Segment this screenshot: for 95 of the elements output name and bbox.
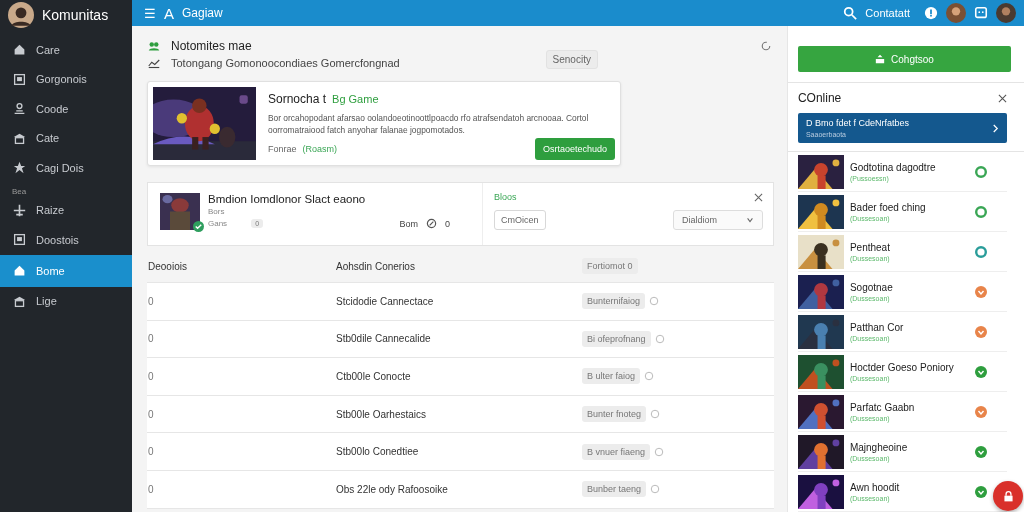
nav-item[interactable]: Bome bbox=[0, 254, 132, 287]
avatar[interactable] bbox=[946, 3, 966, 23]
home-icon bbox=[13, 264, 26, 277]
user-name: Komunitas bbox=[42, 7, 109, 23]
meta-label: Fonrae bbox=[268, 144, 297, 154]
info-icon[interactable] bbox=[650, 409, 661, 420]
top-letter: A bbox=[164, 4, 174, 22]
notification-icon[interactable] bbox=[924, 6, 938, 20]
dropdown[interactable]: Dialdiom bbox=[672, 210, 763, 230]
info-icon[interactable] bbox=[644, 371, 655, 382]
status-chip: B ulter faiog bbox=[582, 368, 641, 385]
table-cell-text: Stcidodie Cannectace bbox=[336, 295, 435, 307]
chevron-icon bbox=[992, 123, 999, 133]
nav-item[interactable]: Doostois bbox=[0, 225, 132, 255]
game-title: Godtotina dagodtre bbox=[849, 161, 937, 173]
table-cell-text: 0 bbox=[147, 483, 155, 495]
game-title: Parfatc Gaabn bbox=[849, 401, 916, 413]
plane-icon bbox=[13, 203, 26, 217]
avatar bbox=[8, 2, 34, 28]
game-title: Patthan Cor bbox=[849, 321, 905, 333]
table-cell-text: Stb00lo Conedtiee bbox=[336, 446, 420, 458]
table-cell-text: 0 bbox=[147, 333, 155, 345]
bank-icon bbox=[13, 294, 26, 308]
close-icon[interactable] bbox=[753, 192, 763, 202]
match-label: Bom bbox=[399, 218, 418, 229]
info-icon[interactable] bbox=[650, 484, 661, 495]
home-icon bbox=[13, 43, 26, 57]
search-icon[interactable] bbox=[843, 6, 858, 20]
section-label: Bea bbox=[11, 185, 28, 196]
status-chip: Bunber taeng bbox=[582, 481, 647, 498]
frame-icon bbox=[13, 233, 26, 247]
table-cell-text: 0 bbox=[147, 446, 155, 458]
nav-item[interactable]: Cagi Dois bbox=[0, 153, 132, 183]
match-title: Bmdion Iomdlonor Slact eaono bbox=[208, 193, 367, 205]
game-title: Awn hoodit bbox=[849, 481, 901, 493]
table-cell-text: Stb00le Oarhestaics bbox=[336, 408, 428, 420]
game-title: Bader foed ching bbox=[849, 201, 927, 213]
frame-icon bbox=[13, 72, 26, 86]
chat-icon[interactable] bbox=[974, 6, 988, 20]
section-title: Notomites mae bbox=[171, 38, 252, 53]
nav-item[interactable]: Care bbox=[0, 35, 132, 65]
people-icon bbox=[147, 39, 161, 52]
floating-action-button[interactable] bbox=[993, 481, 1023, 511]
page-title: Gagiaw bbox=[182, 6, 223, 20]
meta-tag: (Roasm) bbox=[302, 144, 338, 154]
status-chip: Bi ofeprofnang bbox=[582, 330, 651, 347]
table-cell-text: 0 bbox=[147, 371, 155, 382]
status-chip: Bunter fnoteg bbox=[582, 406, 647, 423]
card-title: COnline bbox=[797, 91, 842, 105]
nav-item[interactable]: Cate bbox=[0, 123, 132, 153]
outline-button[interactable]: CmOicen bbox=[494, 210, 546, 230]
game-title: Majngheoine bbox=[849, 441, 909, 453]
featured-description: Bor orcahopodant afarsao oolandoeotinoottlpoacdo rfo atrafsendatoh arcnooaa. Cortol oorromatraiood fatch anyohar falanae jogpomotados. bbox=[268, 112, 590, 136]
link-icon bbox=[426, 218, 437, 229]
security-button[interactable]: Senocity bbox=[545, 50, 598, 69]
lock-icon bbox=[1001, 489, 1015, 503]
star-icon bbox=[13, 161, 26, 175]
upload-icon bbox=[875, 54, 886, 64]
search-link[interactable]: Contatatt bbox=[865, 7, 910, 19]
game-title: Pentheat bbox=[849, 241, 891, 253]
nav-item[interactable]: Raize bbox=[0, 195, 132, 225]
column-header: Fortiomot 0 bbox=[582, 258, 638, 274]
caret-icon bbox=[745, 216, 754, 224]
game-title: Sogotnae bbox=[849, 281, 894, 293]
info-icon[interactable] bbox=[649, 296, 660, 307]
info-icon[interactable] bbox=[654, 333, 665, 344]
table-cell-text: 0 bbox=[147, 295, 155, 307]
column-header: Aohsdin Conerios bbox=[336, 260, 416, 272]
table-cell-text: Ctb00le Conocte bbox=[336, 371, 412, 382]
game-tag: Bg Game bbox=[332, 93, 379, 105]
featured-title: Sornocha t bbox=[268, 92, 327, 106]
column-header: Deooiois bbox=[147, 260, 188, 272]
status-label: Bloos bbox=[494, 192, 517, 202]
info-icon[interactable] bbox=[654, 446, 665, 457]
close-icon[interactable] bbox=[998, 93, 1007, 103]
menu-icon[interactable]: ☰ bbox=[144, 5, 156, 21]
check-badge-icon bbox=[193, 221, 204, 232]
banner-title: D Bmo fdet f CdeNrfatbes bbox=[805, 118, 909, 128]
section-subtitle: Totongang Gomonoocondiaes Gomercfongnad bbox=[171, 56, 400, 69]
refresh-icon[interactable] bbox=[759, 39, 772, 52]
status-chip: Bunternifaiog bbox=[582, 293, 646, 310]
bank-icon bbox=[13, 131, 26, 145]
nav-item[interactable]: Lige bbox=[0, 286, 132, 316]
match-detail: Gans bbox=[208, 219, 228, 228]
table-cell-text: Obs 22le ody Rafoosoike bbox=[336, 483, 449, 495]
match-detail: Bors bbox=[208, 207, 226, 216]
nav-item[interactable]: Coode bbox=[0, 94, 132, 124]
status-chip: B vnuer fiaeng bbox=[582, 443, 651, 460]
table-cell-text: Stb0dile Cannecalide bbox=[336, 333, 432, 345]
person-icon bbox=[13, 102, 26, 116]
table-cell-text: 0 bbox=[147, 408, 155, 420]
match-value: 0 bbox=[445, 218, 450, 229]
nav-item[interactable]: Gorgonois bbox=[0, 64, 132, 94]
game-title: Hoctder Goeso Poniory bbox=[849, 361, 955, 373]
avatar[interactable] bbox=[996, 3, 1016, 23]
